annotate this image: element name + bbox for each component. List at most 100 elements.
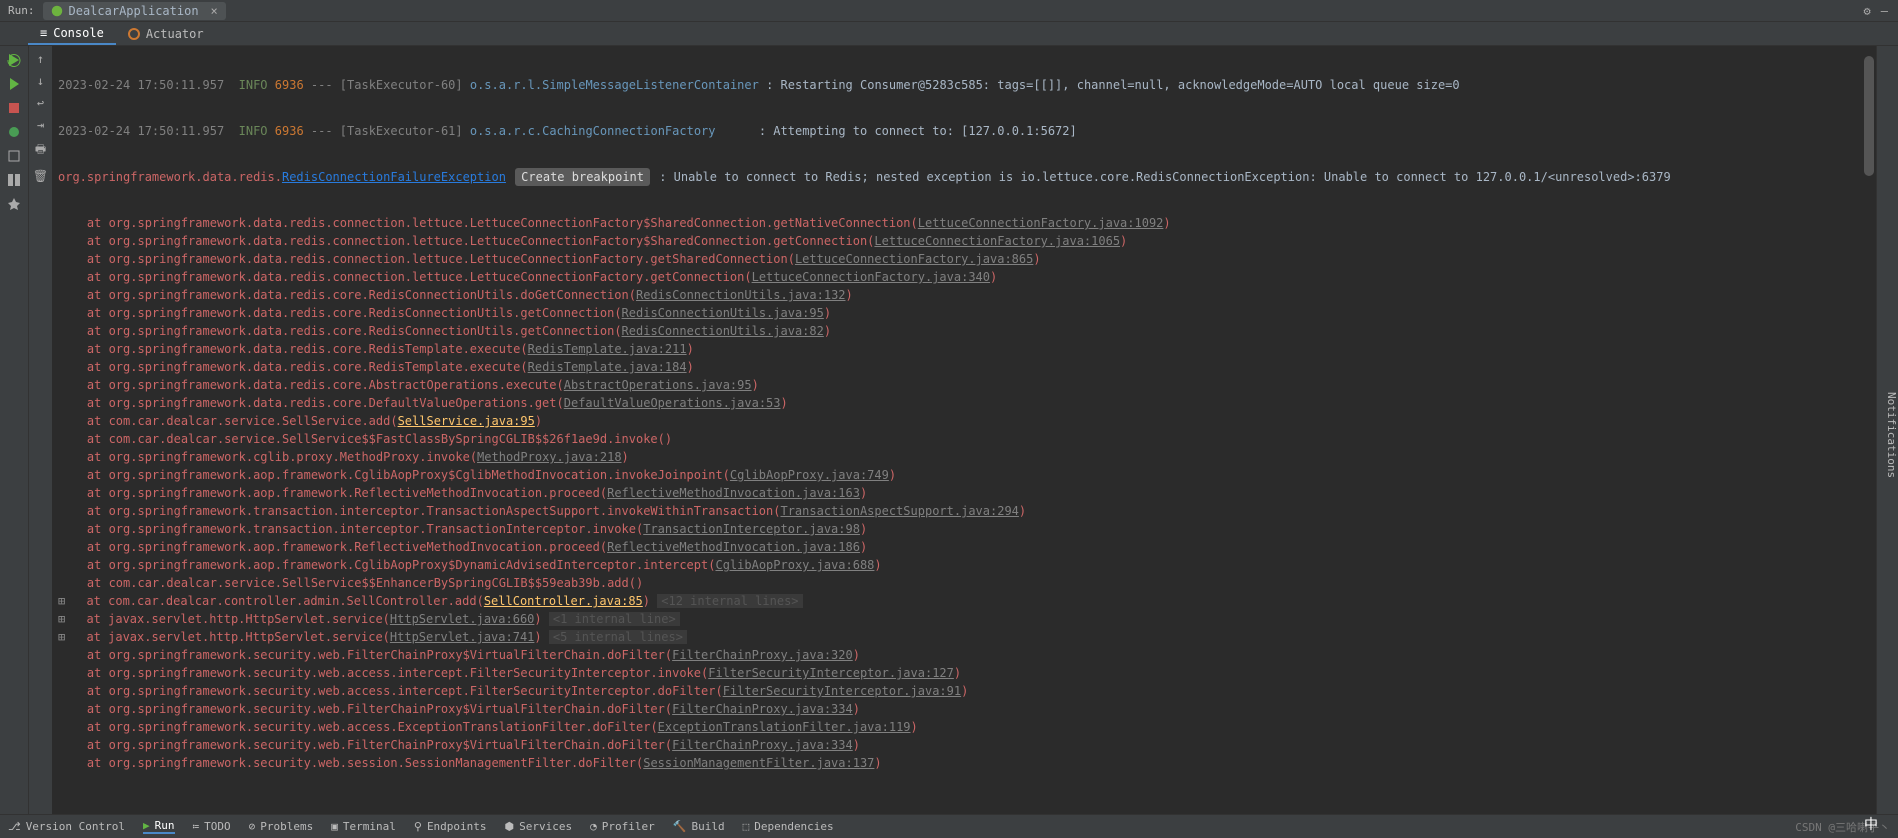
footer-dependencies[interactable]: ⬚Dependencies	[743, 820, 834, 833]
stack-frame: at org.springframework.data.redis.core.R…	[58, 286, 1870, 304]
footer-problems[interactable]: ⊘Problems	[249, 820, 314, 833]
source-link[interactable]: TransactionInterceptor.java:98	[643, 522, 860, 536]
source-link[interactable]: DefaultValueOperations.java:53	[564, 396, 781, 410]
footer-services[interactable]: ⬢Services	[505, 820, 573, 833]
footer-build[interactable]: 🔨Build	[673, 820, 725, 833]
tab-actuator-label: Actuator	[146, 27, 204, 41]
run-toolbar	[0, 46, 28, 814]
source-link[interactable]: FilterSecurityInterceptor.java:127	[708, 666, 954, 680]
collapsed-frames[interactable]: <1 internal line>	[549, 612, 680, 626]
footer-version-control[interactable]: ⎇Version Control	[8, 820, 125, 833]
stack-frame: at org.springframework.aop.framework.Cgl…	[58, 556, 1870, 574]
stack-frame: at org.springframework.data.redis.core.R…	[58, 358, 1870, 376]
footer-todo[interactable]: ≔TODO	[193, 820, 231, 833]
source-link[interactable]: RedisConnectionUtils.java:82	[622, 324, 824, 338]
source-link[interactable]: CglibAopProxy.java:749	[730, 468, 889, 482]
stack-frame: at org.springframework.data.redis.connec…	[58, 232, 1870, 250]
expand-icon[interactable]: ⊞	[58, 628, 68, 646]
source-link[interactable]: RedisTemplate.java:211	[528, 342, 687, 356]
source-link[interactable]: ReflectiveMethodInvocation.java:186	[607, 540, 860, 554]
stack-frame: at org.springframework.security.web.acce…	[58, 718, 1870, 736]
stack-frame: at org.springframework.data.redis.connec…	[58, 268, 1870, 286]
stack-frame: at org.springframework.security.web.Filt…	[58, 646, 1870, 664]
minimize-icon[interactable]: —	[1881, 4, 1888, 18]
stack-frame: at org.springframework.data.redis.connec…	[58, 214, 1870, 232]
expand-icon[interactable]: ⊞	[58, 610, 68, 628]
tool-window-bar: ⎇Version Control ▶Run ≔TODO ⊘Problems ▣T…	[0, 814, 1898, 838]
console-tabs: ≡ Console Actuator	[0, 22, 1898, 46]
actuator-icon	[128, 28, 140, 40]
source-link[interactable]: SellController.java:85	[484, 594, 643, 608]
footer-run[interactable]: ▶Run	[143, 819, 175, 834]
footer-endpoints[interactable]: ⚲Endpoints	[414, 820, 487, 833]
source-link[interactable]: HttpServlet.java:741	[390, 630, 535, 644]
source-link[interactable]: FilterChainProxy.java:334	[672, 702, 853, 716]
source-link[interactable]: AbstractOperations.java:95	[564, 378, 752, 392]
exception-class-link[interactable]: RedisConnectionFailureException	[282, 170, 506, 184]
stack-frame: ⊞ at com.car.dealcar.controller.admin.Se…	[58, 592, 1870, 610]
terminal-icon: ▣	[331, 820, 338, 833]
source-link[interactable]: LettuceConnectionFactory.java:1065	[874, 234, 1120, 248]
source-link[interactable]: SellService.java:95	[398, 414, 535, 428]
log-line: 2023-02-24 17:50:11.957 INFO 6936 --- [T…	[58, 76, 1870, 94]
down-arrow-icon[interactable]: ↓	[37, 74, 44, 88]
console-output[interactable]: 2023-02-24 17:50:11.957 INFO 6936 --- [T…	[52, 46, 1876, 814]
footer-profiler[interactable]: ◔Profiler	[590, 820, 655, 833]
pin-icon[interactable]	[6, 196, 22, 212]
console-icon: ≡	[40, 26, 47, 40]
tab-actuator[interactable]: Actuator	[116, 22, 216, 45]
run-configuration[interactable]: DealcarApplication ×	[43, 2, 226, 20]
exception-line: org.springframework.data.redis.RedisConn…	[58, 168, 1870, 186]
source-link[interactable]: RedisTemplate.java:184	[528, 360, 687, 374]
source-link[interactable]: CglibAopProxy.java:688	[715, 558, 874, 572]
stack-frame: at org.springframework.data.redis.connec…	[58, 250, 1870, 268]
stack-frame: at org.springframework.aop.framework.Ref…	[58, 538, 1870, 556]
console-scrollbar[interactable]	[1864, 56, 1874, 176]
scroll-end-icon[interactable]: ⇥	[37, 118, 44, 132]
print-icon[interactable]: 🖶	[35, 140, 46, 161]
stack-frame: at org.springframework.data.redis.core.D…	[58, 394, 1870, 412]
right-side-notifications[interactable]: Notifications	[1876, 46, 1898, 814]
tab-console-label: Console	[53, 26, 104, 40]
source-link[interactable]: HttpServlet.java:660	[390, 612, 535, 626]
source-link[interactable]: LettuceConnectionFactory.java:1092	[918, 216, 1164, 230]
branch-icon: ⎇	[8, 820, 21, 833]
up-arrow-icon[interactable]: ↑	[37, 52, 44, 66]
source-link[interactable]: LettuceConnectionFactory.java:340	[752, 270, 990, 284]
stack-frame: at org.springframework.aop.framework.Ref…	[58, 484, 1870, 502]
stack-frame: ⊞ at javax.servlet.http.HttpServlet.serv…	[58, 610, 1870, 628]
expand-icon[interactable]: ⊞	[58, 592, 68, 610]
stop-icon[interactable]	[6, 100, 22, 116]
clear-icon[interactable]: 🗑	[33, 169, 48, 183]
rerun-icon[interactable]	[6, 52, 22, 68]
stack-frame: at com.car.dealcar.service.SellService$$…	[58, 430, 1870, 448]
gear-icon[interactable]: ⚙	[1864, 4, 1871, 18]
wrap-icon[interactable]: ↩	[37, 96, 44, 110]
source-link[interactable]: ExceptionTranslationFilter.java:119	[658, 720, 911, 734]
create-breakpoint-button[interactable]: Create breakpoint	[515, 168, 650, 186]
source-link[interactable]: FilterChainProxy.java:334	[672, 738, 853, 752]
source-link[interactable]: MethodProxy.java:218	[477, 450, 622, 464]
collapsed-frames[interactable]: <5 internal lines>	[549, 630, 687, 644]
source-link[interactable]: LettuceConnectionFactory.java:865	[795, 252, 1033, 266]
run-icon[interactable]	[6, 76, 22, 92]
source-link[interactable]: FilterSecurityInterceptor.java:91	[723, 684, 961, 698]
log-line: 2023-02-24 17:50:11.957 INFO 6936 --- [T…	[58, 122, 1870, 140]
source-link[interactable]: FilterChainProxy.java:320	[672, 648, 853, 662]
footer-terminal[interactable]: ▣Terminal	[331, 820, 396, 833]
source-link[interactable]: SessionManagementFilter.java:137	[643, 756, 874, 770]
stack-frame: ⊞ at javax.servlet.http.HttpServlet.serv…	[58, 628, 1870, 646]
layout-icon[interactable]	[6, 172, 22, 188]
tab-console[interactable]: ≡ Console	[28, 22, 116, 45]
source-link[interactable]: RedisConnectionUtils.java:95	[622, 306, 824, 320]
source-link[interactable]: TransactionAspectSupport.java:294	[780, 504, 1018, 518]
dump-icon[interactable]	[6, 148, 22, 164]
close-tab-icon[interactable]: ×	[211, 4, 218, 18]
ime-indicator[interactable]: 中	[1864, 814, 1878, 834]
console-toolbar: ↑ ↓ ↩ ⇥ 🖶 🗑	[28, 46, 52, 814]
source-link[interactable]: RedisConnectionUtils.java:132	[636, 288, 846, 302]
source-link[interactable]: ReflectiveMethodInvocation.java:163	[607, 486, 860, 500]
build-icon: 🔨	[673, 820, 687, 833]
debug-icon[interactable]	[6, 124, 22, 140]
collapsed-frames[interactable]: <12 internal lines>	[657, 594, 802, 608]
